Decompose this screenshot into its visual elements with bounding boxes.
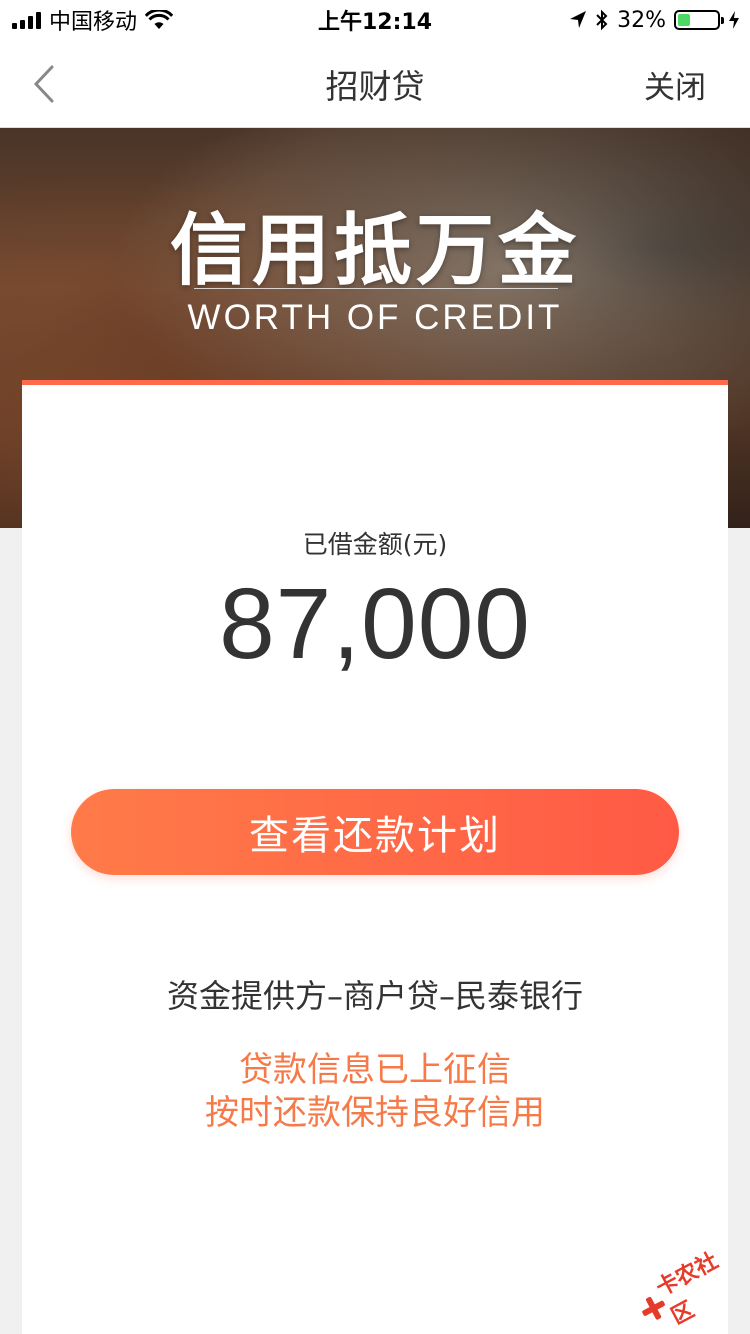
credit-notice: 贷款信息已上征信 按时还款保持良好信用 bbox=[22, 1049, 728, 1135]
banner-divider bbox=[194, 288, 558, 289]
view-repayment-plan-button[interactable]: 查看还款计划 bbox=[71, 789, 679, 875]
charging-icon bbox=[729, 11, 739, 29]
borrowed-amount-label: 已借金额(元) bbox=[302, 530, 448, 559]
status-bar: 中国移动 上午12:14 32% bbox=[0, 0, 750, 40]
location-icon bbox=[570, 11, 587, 28]
nav-bar: 招财贷 关闭 bbox=[0, 40, 750, 128]
fund-provider-text: 资金提供方–商户贷–民泰银行 bbox=[166, 977, 583, 1015]
battery-percent: 32% bbox=[617, 7, 666, 33]
loan-card: 已借金额(元) 87,000 查看还款计划 资金提供方–商户贷–民泰银行 贷款信… bbox=[22, 380, 728, 1334]
banner-title: 信用抵万金 bbox=[169, 206, 580, 296]
credit-notice-line1: 贷款信息已上征信 bbox=[239, 1050, 511, 1090]
credit-notice-line2: 按时还款保持良好信用 bbox=[205, 1093, 545, 1133]
banner-subtitle: WORTH OF CREDIT bbox=[187, 298, 563, 337]
page-title: 招财贷 bbox=[325, 67, 425, 106]
status-right: 32% bbox=[569, 0, 740, 40]
bluetooth-icon bbox=[596, 9, 608, 31]
battery-level bbox=[678, 14, 691, 26]
close-button[interactable]: 关闭 bbox=[644, 40, 706, 128]
battery-icon bbox=[674, 10, 724, 30]
borrowed-amount-value: 87,000 bbox=[219, 568, 531, 680]
